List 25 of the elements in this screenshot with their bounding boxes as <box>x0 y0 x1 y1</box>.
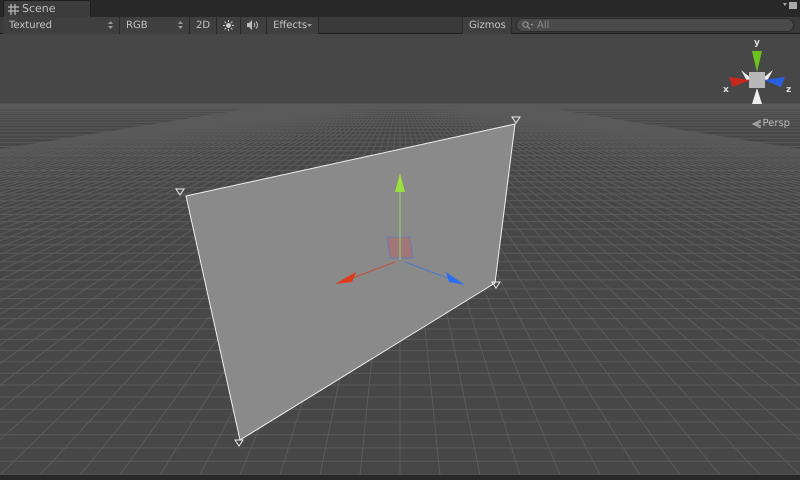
2d-toggle[interactable]: 2D <box>190 16 218 34</box>
draw-mode-dropdown[interactable]: Textured <box>3 16 120 34</box>
audio-toggle[interactable] <box>241 16 268 34</box>
effects-dropdown[interactable]: Effects <box>267 16 320 34</box>
corner-handle-icon[interactable] <box>175 188 185 196</box>
sun-icon <box>223 20 234 30</box>
lighting-toggle[interactable] <box>217 16 242 34</box>
corner-handle-icon[interactable] <box>234 440 244 447</box>
menu-icon[interactable] <box>783 2 797 9</box>
y-axis-label: y <box>754 37 760 50</box>
caret-icon <box>307 24 312 26</box>
stepper-icon <box>108 21 113 29</box>
corner-handle-icon[interactable] <box>491 282 501 289</box>
scene-tab[interactable]: Scene <box>3 0 91 17</box>
stepper-icon <box>178 21 183 29</box>
perspective-icon <box>752 120 760 128</box>
projection-toggle[interactable]: Persp <box>752 116 790 131</box>
x-axis-label: x <box>723 84 729 97</box>
corner-handle-icon[interactable] <box>511 116 521 124</box>
search-field[interactable]: All <box>516 18 794 32</box>
gizmos-dropdown[interactable]: Gizmos <box>462 16 512 34</box>
grid-icon <box>8 4 19 14</box>
render-mode-dropdown[interactable]: RGB <box>120 16 190 34</box>
z-axis-label: z <box>786 84 792 97</box>
speaker-icon <box>247 20 260 30</box>
